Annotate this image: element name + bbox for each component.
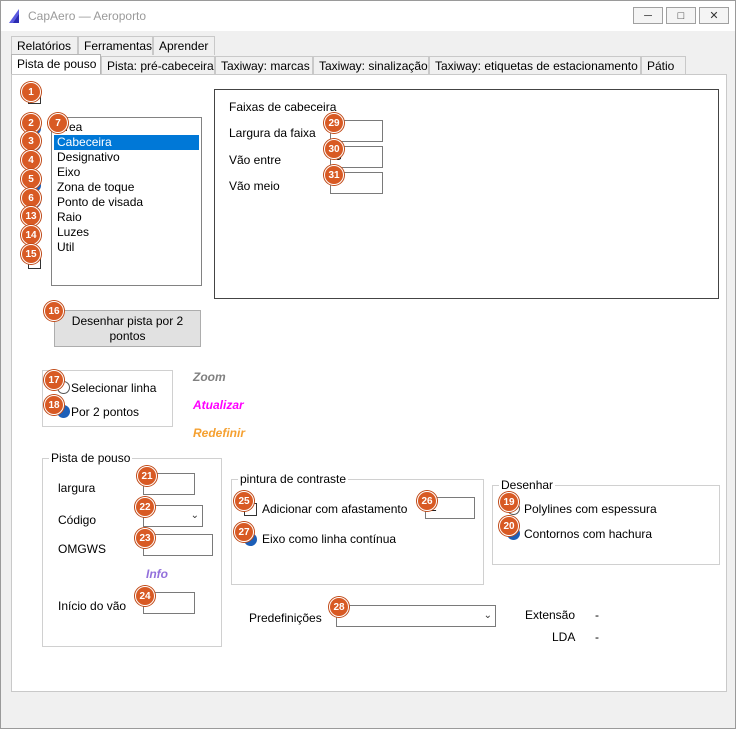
list-item[interactable]: Ponto de visada (54, 195, 199, 210)
maximize-icon: □ (677, 9, 685, 22)
feature-listbox[interactable]: Área Cabeceira Designativo Eixo Zona de … (51, 117, 202, 286)
minimize-button[interactable]: ─ (633, 7, 663, 24)
extensao-label: Extensão (525, 608, 576, 622)
list-item[interactable]: Luzes (54, 225, 199, 240)
desenhar-title: Desenhar (499, 478, 556, 492)
close-icon: ✕ (709, 10, 719, 22)
extensao-value: - (595, 608, 599, 622)
badge-marker: 13 (21, 206, 41, 226)
badge-marker: 23 (135, 528, 155, 548)
redefinir-link[interactable]: Redefinir (193, 426, 245, 440)
badge-marker: 20 (499, 516, 519, 536)
tab-aprender[interactable]: Aprender (153, 36, 215, 55)
omgws-label: OMGWS (58, 542, 106, 556)
polylines-label: Polylines com espessura (524, 502, 657, 516)
badge-marker: 22 (135, 497, 155, 517)
chevron-down-icon: ⌄ (483, 610, 492, 621)
lda-value: - (595, 630, 599, 644)
list-item[interactable]: Designativo (54, 150, 199, 165)
badge-marker: 4 (21, 150, 41, 170)
title-bar: CapAero — Aeroporto ─ □ ✕ (1, 1, 735, 31)
selecionar-linha-label: Selecionar linha (71, 381, 157, 395)
badge-marker: 14 (21, 225, 41, 245)
tab-relatorios[interactable]: Relatórios (11, 36, 78, 55)
largura-faixa-label: Largura da faixa (229, 126, 316, 140)
vao-meio-label: Vão meio (229, 179, 280, 193)
codigo-label: Código (58, 513, 97, 527)
tab-pista-de-pouso[interactable]: Pista de pouso (11, 54, 101, 75)
tab-pista-pre-cabeceira[interactable]: Pista: pré-cabeceira (101, 56, 215, 75)
badge-marker: 5 (21, 169, 41, 189)
desenhar-group: Desenhar Polylines com espessura Contorn… (492, 478, 720, 565)
largura-label: largura (58, 481, 96, 495)
badge-marker: 6 (21, 188, 41, 208)
inicio-vao-label: Início do vão (58, 599, 127, 613)
tab-taxiway-marcas[interactable]: Taxiway: marcas (215, 56, 313, 75)
contraste-title: pintura de contraste (238, 472, 349, 486)
predefinicoes-label: Predefinições (249, 611, 322, 625)
list-item[interactable]: Zona de toque (54, 180, 199, 195)
badge-marker: 28 (329, 597, 349, 617)
badge-marker: 29 (324, 113, 344, 133)
pista-group: Pista de pouso largura Código ⌄ OMGWS In… (42, 451, 222, 647)
minimize-icon: ─ (644, 9, 652, 22)
tab-patio[interactable]: Pátio (641, 56, 686, 75)
badge-marker: 18 (44, 395, 64, 415)
lda-label: LDA (552, 630, 576, 644)
faixas-title: Faixas de cabeceira (229, 100, 337, 114)
close-button[interactable]: ✕ (699, 7, 729, 24)
badge-marker: 31 (324, 165, 344, 185)
badge-marker: 17 (44, 370, 64, 390)
chevron-down-icon: ⌄ (190, 510, 199, 521)
badge-marker: 16 (44, 301, 64, 321)
zoom-link[interactable]: Zoom (193, 370, 226, 384)
contraste-group: pintura de contraste Adicionar com afast… (231, 472, 484, 585)
maximize-button[interactable]: □ (666, 7, 696, 24)
list-item[interactable]: Área (54, 120, 199, 135)
draw-runway-button[interactable]: Desenhar pista por 2 pontos (54, 310, 201, 347)
faixas-panel: Faixas de cabeceira Largura da faixa Vão… (214, 89, 719, 299)
predefinicoes-select[interactable]: ⌄ (336, 605, 496, 627)
badge-marker: 30 (324, 139, 344, 159)
afastamento-label: Adicionar com afastamento (262, 502, 408, 516)
info-link[interactable]: Info (146, 567, 168, 581)
window-title: CapAero — Aeroporto (28, 9, 147, 23)
por-2-pontos-label: Por 2 pontos (71, 405, 140, 419)
badge-marker: 27 (234, 522, 254, 542)
app-window: CapAero — Aeroporto ─ □ ✕ Relatórios Fer… (0, 0, 736, 729)
tab-taxiway-sinalizacao[interactable]: Taxiway: sinalização (313, 56, 429, 75)
eixo-continua-label: Eixo como linha contínua (262, 532, 397, 546)
badge-marker: 2 (21, 113, 41, 133)
badge-marker: 26 (417, 491, 437, 511)
app-logo-icon (9, 9, 19, 23)
badge-marker: 19 (499, 492, 519, 512)
vao-entre-label: Vão entre (229, 153, 282, 167)
tab-ferramentas[interactable]: Ferramentas (78, 36, 153, 55)
badge-marker: 3 (21, 131, 41, 151)
badge-marker: 7 (48, 113, 68, 133)
atualizar-link[interactable]: Atualizar (193, 398, 244, 412)
tab-taxiway-etiquetas[interactable]: Taxiway: etiquetas de estacionamento (429, 56, 641, 75)
list-item[interactable]: Raio (54, 210, 199, 225)
badge-marker: 1 (21, 82, 41, 102)
pista-group-title: Pista de pouso (49, 451, 133, 465)
contornos-label: Contornos com hachura (524, 527, 653, 541)
badge-marker: 24 (135, 586, 155, 606)
badge-marker: 21 (137, 466, 157, 486)
list-item[interactable]: Cabeceira (54, 135, 199, 150)
badge-marker: 15 (21, 244, 41, 264)
list-item[interactable]: Util (54, 240, 199, 255)
list-item[interactable]: Eixo (54, 165, 199, 180)
badge-marker: 25 (234, 491, 254, 511)
